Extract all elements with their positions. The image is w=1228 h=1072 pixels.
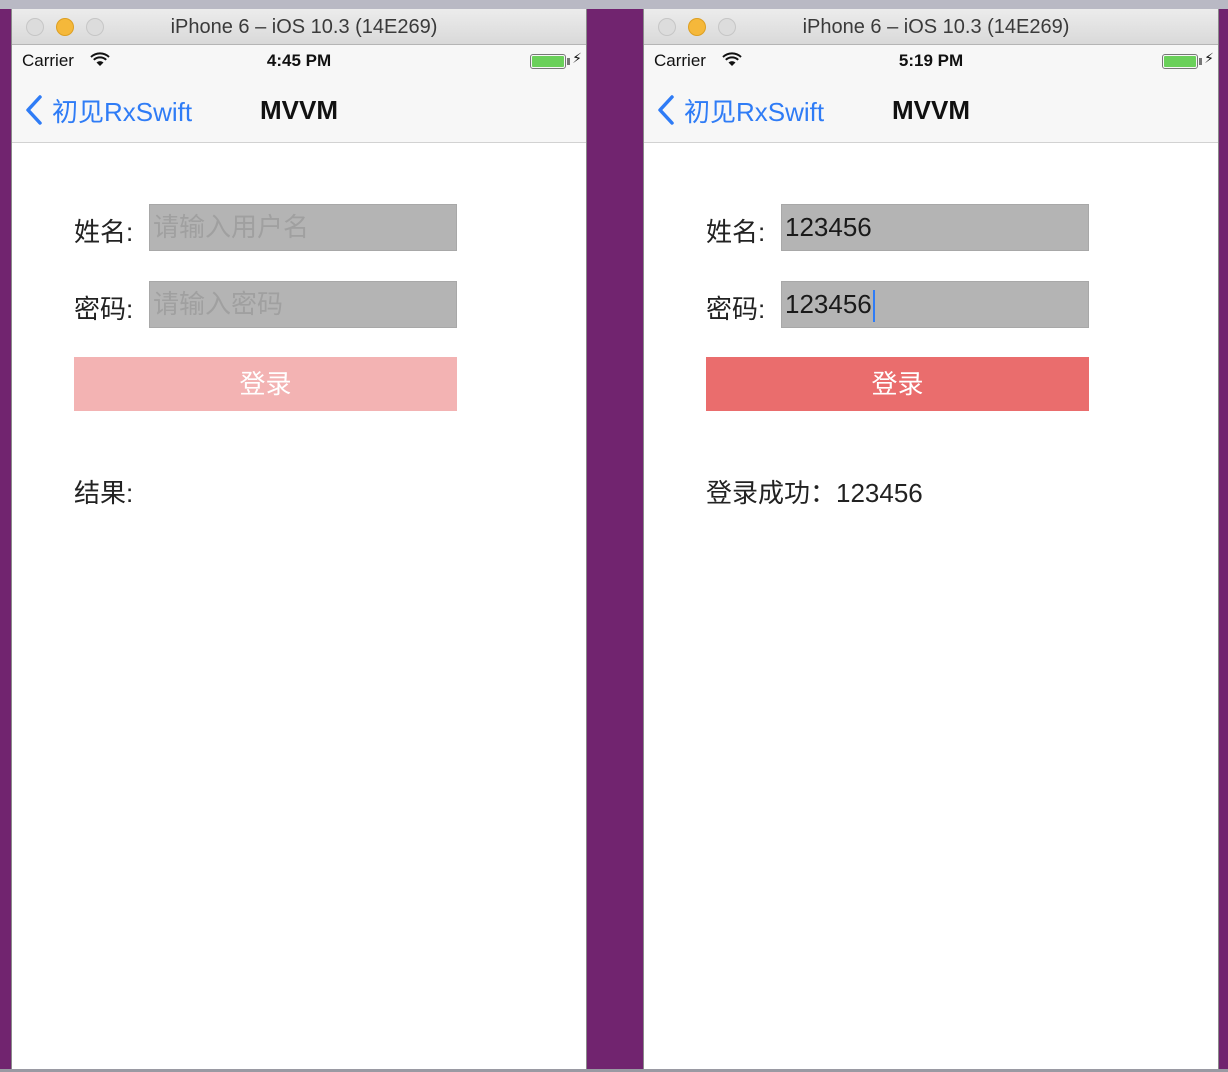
chevron-left-icon [26,95,42,125]
window-title: iPhone 6 – iOS 10.3 (14E269) [802,16,1070,38]
battery-tip [1199,58,1202,65]
navigation-bar: 初见RxSwift MVVM [644,77,1218,143]
window-titlebar: iPhone 6 – iOS 10.3 (14E269) [12,9,586,45]
password-label: 密码: [74,294,134,324]
back-button[interactable]: 初见RxSwift [656,93,824,127]
desktop-top-strip [0,0,1228,9]
text-caret [872,290,875,323]
battery-icon [1162,54,1198,69]
window-title: iPhone 6 – iOS 10.3 (14E269) [170,16,438,38]
navigation-bar: 初见RxSwift MVVM [12,77,586,143]
password-input-value: 123456 [785,289,872,319]
nav-title: MVVM [892,95,970,125]
status-time: 5:19 PM [898,51,964,70]
simulator-window-right: iPhone 6 – iOS 10.3 (14E269) Carrier 5:1… [643,9,1219,1069]
chevron-left-icon [658,95,674,125]
charging-bolt-icon: ⚡ [572,50,582,66]
login-button[interactable]: 登录 [706,357,1089,411]
name-label: 姓名: [706,217,766,247]
status-time: 4:45 PM [266,51,332,70]
username-input[interactable]: 请输入用户名 [149,204,457,251]
status-bar: Carrier 4:45 PM ⚡ [12,45,586,77]
back-button[interactable]: 初见RxSwift [24,93,192,127]
name-label: 姓名: [74,217,134,247]
battery-tip [567,58,570,65]
login-button[interactable]: 登录 [74,357,457,411]
back-button-label: 初见RxSwift [684,96,825,127]
password-label: 密码: [706,294,766,324]
username-input[interactable]: 123456 [781,204,1089,251]
status-bar: Carrier 5:19 PM ⚡ [644,45,1218,77]
back-button-label: 初见RxSwift [52,96,193,127]
result-label: 结果: [74,478,134,508]
result-label: 登录成功：123456 [706,478,923,508]
nav-title: MVVM [260,95,338,125]
window-titlebar: iPhone 6 – iOS 10.3 (14E269) [644,9,1218,45]
password-input[interactable]: 123456 [781,281,1089,328]
simulator-window-left: iPhone 6 – iOS 10.3 (14E269) Carrier 4:4… [11,9,587,1069]
password-input[interactable]: 请输入密码 [149,281,457,328]
charging-bolt-icon: ⚡ [1204,50,1214,66]
battery-icon [530,54,566,69]
